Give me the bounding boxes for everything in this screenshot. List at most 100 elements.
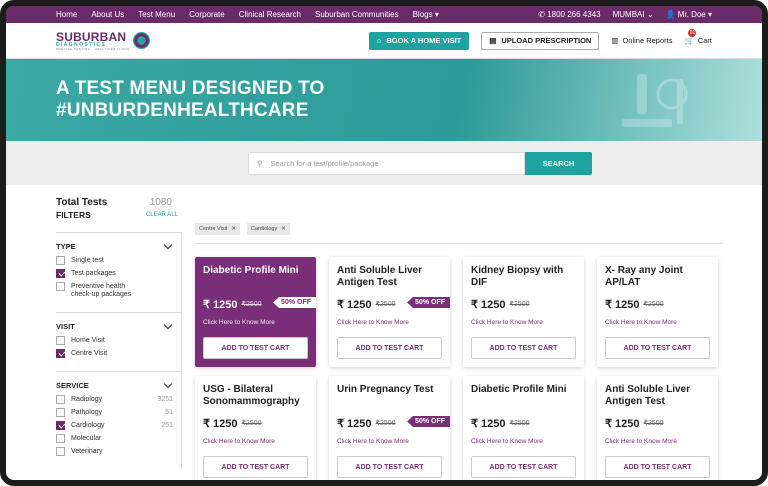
cart-count-badge: 01	[688, 29, 697, 37]
checkbox[interactable]	[56, 434, 65, 443]
filter-section-title: SERVICE	[56, 381, 89, 390]
hero-banner: A TEST MENU DESIGNED TO #UNBURDENHEALTHC…	[6, 59, 762, 141]
add-to-test-cart-button[interactable]: ADD TO TEST CART	[605, 456, 710, 478]
search-button[interactable]: SEARCH	[525, 151, 592, 175]
know-more-link[interactable]: Click Here to Know More	[471, 319, 576, 326]
checkbox[interactable]	[56, 447, 65, 456]
test-card-title[interactable]: Kidney Biopsy with DIF	[471, 265, 576, 291]
know-more-link[interactable]: Click Here to Know More	[203, 319, 308, 326]
results-area: Total Tests 1080 FILTERS CLEAR ALL TYPE …	[6, 185, 762, 480]
filter-option[interactable]: Cardiology 251	[56, 421, 173, 430]
test-old-price: ₹2500	[643, 301, 664, 308]
filter-option[interactable]: Preventive health check-up packages	[56, 282, 173, 299]
test-card[interactable]: Diabetic Profile Mini ₹ 1250 ₹2500 Click He…	[463, 376, 584, 480]
filter-option-label: Molecular	[71, 435, 102, 442]
test-card[interactable]: Anti Soluble Liver Antigen Test ₹ 1250 ₹25…	[329, 257, 450, 367]
filter-section-title: VISIT	[56, 322, 75, 331]
filter-option-label: Veterinary	[71, 448, 103, 455]
nav-blogs-label: Blogs	[412, 10, 433, 19]
price-row: ₹ 1250 ₹2500	[203, 416, 308, 430]
test-card[interactable]: USG - Bilateral Sonomammography ₹ 1250 ₹25…	[195, 376, 316, 480]
know-more-link[interactable]: Click Here to Know More	[337, 319, 442, 326]
add-to-test-cart-button[interactable]: ADD TO TEST CART	[337, 456, 442, 478]
test-card-title[interactable]: USG - Bilateral Sonomammography	[203, 384, 308, 410]
filter-option[interactable]: Centre Visit	[56, 349, 173, 358]
city-selector[interactable]: MUMBAI ⌄	[613, 10, 654, 19]
checkbox[interactable]	[56, 282, 65, 291]
book-home-visit-button[interactable]: ⌂ BOOK A HOME VISIT	[368, 31, 470, 50]
checkbox-checked[interactable]	[56, 349, 65, 358]
nav-test-menu[interactable]: Test Menu	[138, 10, 175, 19]
close-icon[interactable]: ✕	[231, 226, 236, 232]
nav-corporate[interactable]: Corporate	[189, 10, 225, 19]
test-card[interactable]: X- Ray any Joint AP/LAT ₹ 1250 ₹2500 Click …	[597, 257, 718, 367]
logo[interactable]: SUBURBAN DIAGNOSTICS PRECISE TESTING · H…	[56, 31, 150, 51]
checkbox[interactable]	[56, 395, 65, 404]
checkbox[interactable]	[56, 336, 65, 345]
test-card[interactable]: Anti Soluble Liver Antigen Test ₹ 1250 ₹25…	[597, 376, 718, 480]
nav-suburban-communities[interactable]: Suburban Communities	[315, 10, 399, 19]
nav-home[interactable]: Home	[56, 10, 77, 19]
checkbox[interactable]	[56, 408, 65, 417]
search-input[interactable]: ⚲ Search for a test/profile/package	[248, 151, 525, 175]
add-to-test-cart-button[interactable]: ADD TO TEST CART	[337, 337, 442, 359]
test-card[interactable]: Diabetic Profile Mini ₹ 1250 ₹2500 50% OFF C…	[195, 257, 316, 367]
nav-clinical-research[interactable]: Clinical Research	[239, 10, 301, 19]
test-card-title[interactable]: Diabetic Profile Mini	[203, 265, 308, 291]
know-more-link[interactable]: Click Here to Know More	[203, 438, 308, 445]
filter-chip[interactable]: Centre Visit ✕	[195, 223, 240, 235]
test-old-price: ₹2500	[241, 301, 262, 308]
chevron-down-icon	[163, 240, 173, 250]
book-home-visit-label: BOOK A HOME VISIT	[386, 36, 462, 45]
filter-option[interactable]: Molecular	[56, 434, 173, 443]
phone-icon: ✆	[538, 10, 545, 19]
test-card-title[interactable]: X- Ray any Joint AP/LAT	[605, 265, 710, 291]
add-to-test-cart-button[interactable]: ADD TO TEST CART	[203, 337, 308, 359]
add-to-test-cart-button[interactable]: ADD TO TEST CART	[203, 456, 308, 478]
report-icon: ▥	[611, 36, 619, 45]
nav-about-us[interactable]: About Us	[91, 10, 124, 19]
checkbox-checked[interactable]	[56, 421, 65, 430]
cart-link[interactable]: 🛒 01 Cart	[684, 29, 712, 45]
search-box: ⚲ Search for a test/profile/package SEAR…	[248, 151, 592, 175]
filter-option-label: Cardiology	[71, 422, 105, 429]
add-to-test-cart-button[interactable]: ADD TO TEST CART	[471, 337, 576, 359]
test-card-title[interactable]: Anti Soluble Liver Antigen Test	[337, 265, 442, 291]
add-to-test-cart-button[interactable]: ADD TO TEST CART	[471, 456, 576, 478]
discount-badge: 50% OFF	[407, 416, 450, 427]
filter-option[interactable]: Pathology 51	[56, 408, 173, 417]
checkbox-checked[interactable]	[56, 269, 65, 278]
filter-section-header[interactable]: VISIT	[56, 320, 173, 331]
search-placeholder: Search for a test/profile/package	[270, 158, 379, 168]
know-more-link[interactable]: Click Here to Know More	[337, 438, 442, 445]
test-card-title[interactable]: Diabetic Profile Mini	[471, 384, 576, 410]
filter-chip[interactable]: Cardiology ✕	[246, 223, 290, 235]
filter-option[interactable]: Test packages	[56, 269, 173, 278]
close-icon[interactable]: ✕	[281, 226, 286, 232]
price-row: ₹ 1250 ₹2500	[471, 297, 576, 311]
filter-option[interactable]: Radiology 3251	[56, 395, 173, 404]
filter-section-header[interactable]: TYPE	[56, 240, 173, 251]
upload-prescription-button[interactable]: ▤ UPLOAD PRESCRIPTION	[481, 31, 600, 50]
test-card[interactable]: Kidney Biopsy with DIF ₹ 1250 ₹2500 Click H…	[463, 257, 584, 367]
nav-blogs[interactable]: Blogs ▾	[413, 10, 439, 19]
discount-badge: 50% OFF	[407, 297, 450, 308]
test-card-title[interactable]: Anti Soluble Liver Antigen Test	[605, 384, 710, 410]
clear-all-button[interactable]: CLEAR ALL	[146, 212, 178, 218]
price-row: ₹ 1250 ₹2500	[605, 416, 710, 430]
test-card-title[interactable]: Urin Pregnancy Test	[337, 384, 442, 410]
test-card[interactable]: Urin Pregnancy Test ₹ 1250 ₹2500 50% OFF Cli…	[329, 376, 450, 480]
filter-option[interactable]: Home Visit	[56, 336, 173, 345]
know-more-link[interactable]: Click Here to Know More	[605, 438, 710, 445]
phone-link[interactable]: ✆ 1800 266 4343	[538, 10, 600, 19]
know-more-link[interactable]: Click Here to Know More	[471, 438, 576, 445]
online-reports-link[interactable]: ▥ Online Reports	[611, 36, 672, 45]
filter-section-type: TYPE Single test Test packages Preventiv…	[56, 233, 181, 313]
know-more-link[interactable]: Click Here to Know More	[605, 319, 710, 326]
add-to-test-cart-button[interactable]: ADD TO TEST CART	[605, 337, 710, 359]
filter-option[interactable]: Veterinary	[56, 447, 173, 456]
user-menu[interactable]: 👤 Mr. Doe ▾	[666, 10, 712, 19]
filter-option[interactable]: Single test	[56, 256, 173, 265]
checkbox[interactable]	[56, 256, 65, 265]
filter-section-header[interactable]: SERVICE	[56, 379, 173, 390]
